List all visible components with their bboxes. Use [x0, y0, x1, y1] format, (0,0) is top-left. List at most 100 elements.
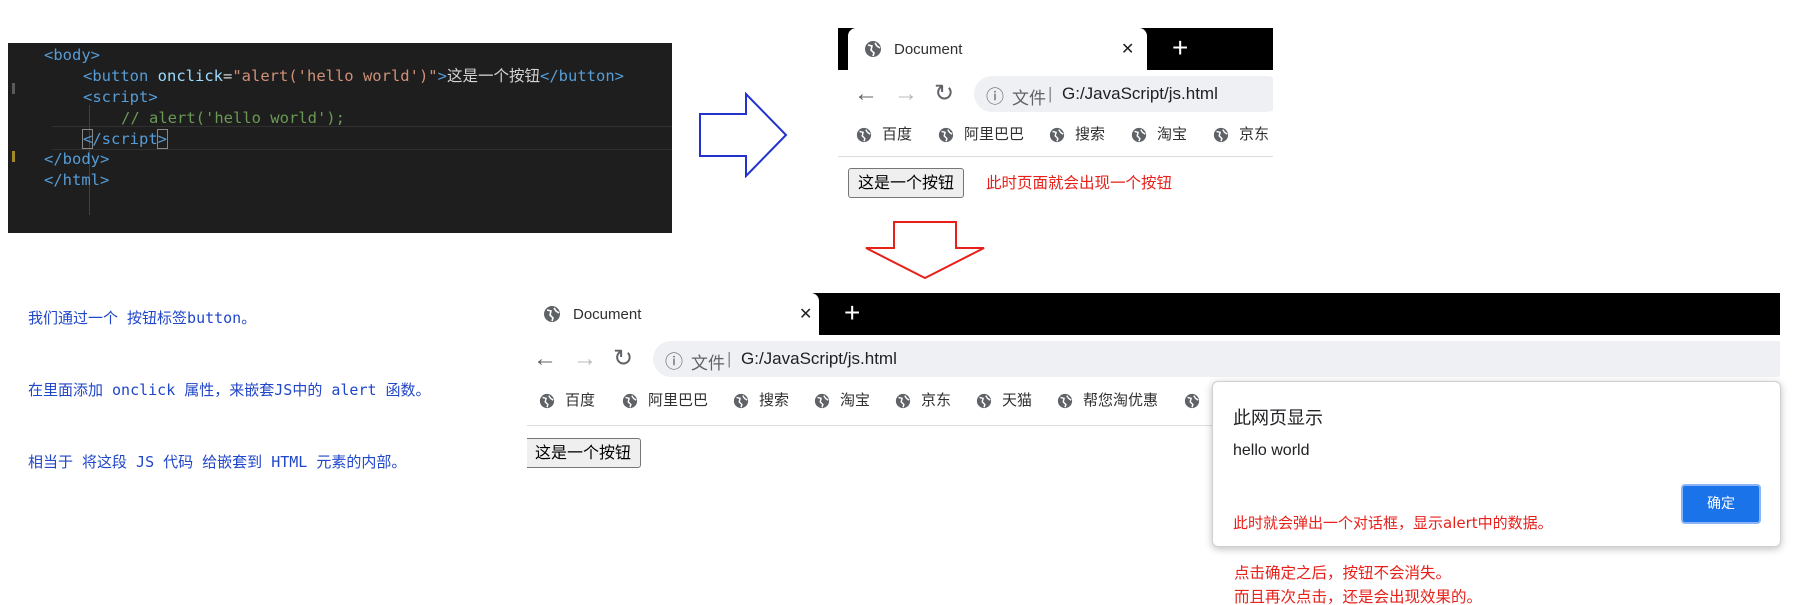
forward-icon[interactable]: → — [573, 347, 597, 371]
bookmark-taobao[interactable]: 淘宝 — [1131, 125, 1187, 145]
code-token: onclick — [157, 67, 223, 85]
code-line-2: <button onclick="alert('hello world')">这… — [83, 64, 624, 88]
bookmark-baidu[interactable]: 百度 — [856, 125, 912, 145]
tab-document[interactable]: Document ✕ — [848, 28, 1147, 70]
gutter-fold-mark — [12, 83, 15, 94]
new-tab-button[interactable]: + — [844, 297, 860, 329]
code-token: // alert('hello world'); — [121, 109, 345, 127]
bookmark-search[interactable]: 搜索 — [733, 391, 789, 411]
explanation-line-2: 在里面添加 onclick 属性，来嵌套JS中的 alert 函数。 — [28, 381, 431, 399]
bookmark-label: 阿里巴巴 — [648, 392, 709, 409]
close-icon[interactable]: ✕ — [1121, 39, 1134, 59]
globe-icon — [895, 393, 911, 409]
code-token: </html> — [44, 171, 110, 189]
toolbar: ← → ↻ ⓘ 文件 | G:/JavaScript/js.html — [838, 70, 1273, 118]
reload-icon[interactable]: ↻ — [611, 347, 635, 371]
code-token: > — [437, 67, 447, 85]
code-line-7: </html> — [44, 168, 109, 192]
code-token: 这是一个按钮 — [446, 67, 540, 85]
globe-icon — [622, 393, 638, 409]
bookmark-label: 京东 — [921, 392, 952, 409]
globe-icon — [1184, 393, 1200, 409]
globe-icon — [865, 41, 881, 57]
code-token: /script — [92, 130, 158, 148]
globe-icon — [1213, 127, 1229, 143]
code-token: </button> — [540, 67, 624, 85]
close-icon[interactable]: ✕ — [799, 304, 812, 324]
annotation-button-appears: 此时页面就会出现一个按钮 — [986, 174, 1173, 192]
bookmark-label: 百度 — [882, 126, 913, 143]
globe-icon — [814, 393, 830, 409]
code-token: "alert('hello world')" — [232, 67, 438, 85]
dialog-annotation: 此时就会弹出一个对话框，显示alert中的数据。 — [1233, 514, 1553, 532]
code-token: <script> — [83, 88, 158, 106]
address-bar[interactable]: ⓘ 文件 | G:/JavaScript/js.html — [974, 76, 1273, 112]
bookmark-label: 阿里巴巴 — [964, 126, 1025, 143]
bookmark-jd[interactable]: 京东 — [895, 391, 951, 411]
bookmark-more[interactable] — [1184, 391, 1210, 411]
globe-icon — [733, 393, 749, 409]
bookmark-search[interactable]: 搜索 — [1049, 125, 1105, 145]
back-icon[interactable]: ← — [854, 82, 878, 106]
bottom-note-line-2: 而且再次点击，还是会出现效果的。 — [1234, 588, 1483, 605]
bookmark-taobao[interactable]: 淘宝 — [814, 391, 870, 411]
bookmark-label: 京东 — [1239, 126, 1270, 143]
url-text: G:/JavaScript/js.html — [1062, 84, 1218, 103]
gutter-change-mark — [12, 151, 15, 162]
code-token: < — [81, 129, 94, 149]
globe-icon — [1057, 393, 1073, 409]
globe-icon — [856, 127, 872, 143]
right-arrow-icon — [699, 92, 788, 178]
url-text: G:/JavaScript/js.html — [741, 349, 897, 368]
bottom-note-line-1: 点击确定之后，按钮不会消失。 — [1234, 564, 1452, 582]
file-label: 文件 — [1012, 89, 1046, 108]
tab-strip: Document ✕ + — [527, 293, 1780, 335]
info-icon[interactable]: ⓘ — [665, 348, 683, 374]
explanation-line-3: 相当于 将这段 JS 代码 给嵌套到 HTML 元素的内部。 — [28, 453, 407, 471]
bookmark-tmall[interactable]: 天猫 — [976, 391, 1032, 411]
bookmark-taoyouhui[interactable]: 帮您淘优惠 — [1057, 391, 1158, 411]
toolbar: ← → ↻ ⓘ 文件 | G:/JavaScript/js.html — [527, 335, 1780, 383]
code-line-5-current: </script> — [52, 126, 672, 150]
bookmark-label: 搜索 — [1075, 126, 1106, 143]
page-button[interactable]: 这是一个按钮 — [848, 168, 965, 198]
file-label: 文件 — [691, 354, 725, 373]
ok-button[interactable]: 确定 — [1681, 484, 1761, 524]
globe-icon — [539, 393, 555, 409]
dialog-title: 此网页显示 — [1233, 408, 1323, 429]
bookmark-label: 淘宝 — [1157, 126, 1188, 143]
tab-document[interactable]: Document ✕ — [527, 293, 819, 335]
dialog-message: hello world — [1233, 442, 1310, 459]
globe-icon — [1049, 127, 1065, 143]
address-bar[interactable]: ⓘ 文件 | G:/JavaScript/js.html — [653, 341, 1780, 377]
alert-dialog: 此网页显示 hello world 确定 此时就会弹出一个对话框，显示alert… — [1212, 381, 1781, 547]
page-button[interactable]: 这是一个按钮 — [527, 438, 642, 468]
tab-title: Document — [894, 41, 963, 58]
bookmark-label: 帮您淘优惠 — [1083, 392, 1159, 409]
forward-icon[interactable]: → — [894, 82, 918, 106]
code-token: = — [222, 67, 233, 85]
bookmark-label: 搜索 — [759, 392, 790, 409]
bookmark-jd[interactable]: 京东 — [1213, 125, 1269, 145]
bookmark-alibaba[interactable]: 阿里巴巴 — [622, 391, 708, 411]
new-tab-button[interactable]: + — [1172, 32, 1188, 64]
info-icon[interactable]: ⓘ — [986, 83, 1004, 109]
tab-title: Document — [573, 306, 642, 323]
code-token: </body> — [44, 150, 110, 168]
code-token: <button — [83, 67, 158, 85]
tab-strip: Document ✕ + — [838, 28, 1273, 70]
bookmarks-divider — [838, 156, 1273, 157]
reload-icon[interactable]: ↻ — [932, 82, 956, 106]
code-token: <body> — [44, 46, 100, 64]
down-arrow-icon — [865, 221, 985, 280]
address-separator: | — [727, 349, 732, 368]
code-editor: <body> <button onclick="alert('hello wor… — [8, 43, 672, 233]
address-separator: | — [1048, 84, 1053, 103]
back-icon[interactable]: ← — [533, 347, 557, 371]
bookmark-baidu[interactable]: 百度 — [539, 391, 595, 411]
bookmark-alibaba[interactable]: 阿里巴巴 — [938, 125, 1024, 145]
code-token: > — [156, 129, 169, 149]
bookmark-label: 百度 — [565, 392, 596, 409]
explanation-line-1: 我们通过一个 按钮标签button。 — [28, 309, 257, 327]
bookmark-label: 淘宝 — [840, 392, 871, 409]
